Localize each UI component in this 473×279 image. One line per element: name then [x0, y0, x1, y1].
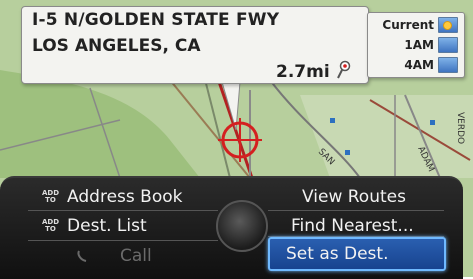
weather-row-current: Current	[382, 16, 458, 34]
distance-readout: 2.7mi	[276, 62, 330, 82]
poi-marker-icon	[330, 118, 335, 123]
address-book-button[interactable]: ADD TO Address Book	[42, 185, 182, 209]
add-to-icon: ADD TO	[42, 218, 60, 233]
map-pin-icon	[337, 60, 351, 79]
menu-divider	[28, 210, 218, 211]
city-name: LOS ANGELES, CA	[32, 36, 201, 56]
dest-list-button[interactable]: ADD TO Dest. List	[42, 214, 147, 238]
menu-divider	[268, 210, 444, 211]
find-nearest-label: Find Nearest...	[291, 216, 414, 236]
clear-sky-icon	[438, 57, 458, 73]
weather-row-4am: 4AM	[404, 56, 458, 74]
weather-time-label: 4AM	[404, 58, 434, 72]
call-button[interactable]: Call	[76, 244, 152, 268]
selector-knob[interactable]	[216, 200, 268, 252]
set-as-dest-text[interactable]: Set as Dest.	[286, 242, 388, 266]
poi-marker-icon	[430, 120, 435, 125]
street-label: VERDO	[455, 112, 465, 144]
view-routes-button[interactable]: View Routes	[302, 185, 406, 209]
phone-icon	[77, 250, 87, 262]
dest-list-label: Dest. List	[67, 216, 147, 236]
add-to-icon: ADD TO	[42, 189, 60, 204]
clear-sky-icon	[438, 37, 458, 53]
weather-time-label: Current	[382, 18, 434, 32]
menu-divider	[28, 240, 218, 241]
call-label: Call	[120, 246, 152, 266]
poi-marker-icon	[345, 150, 350, 155]
find-nearest-button[interactable]: Find Nearest...	[291, 214, 414, 238]
road-name: I-5 N/GOLDEN STATE FWY	[32, 10, 280, 30]
weather-time-label: 1AM	[404, 38, 434, 52]
view-routes-label: View Routes	[302, 187, 406, 207]
weather-panel: Current 1AM 4AM	[367, 12, 465, 78]
sunny-icon	[438, 17, 458, 33]
urban-area	[300, 95, 473, 178]
address-book-label: Address Book	[67, 187, 183, 207]
set-as-dest-label: Set as Dest.	[286, 244, 389, 264]
weather-row-1am: 1AM	[404, 36, 458, 54]
